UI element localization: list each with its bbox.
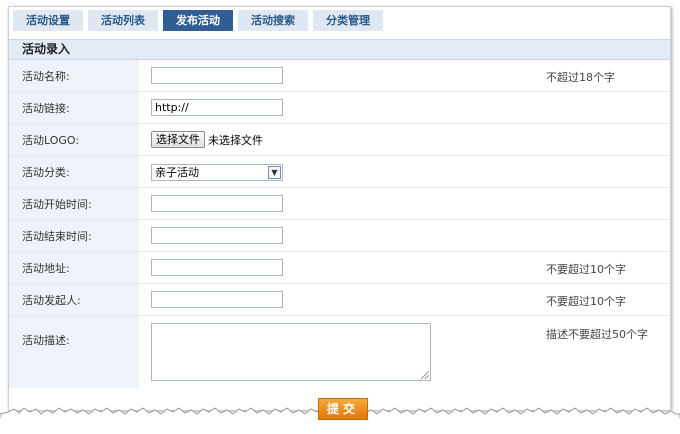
row-start-time: 活动开始时间: <box>9 188 670 220</box>
form-panel: 活动设置 活动列表 发布活动 活动搜索 分类管理 活动录入 活动名称: 不超过1… <box>8 6 671 410</box>
activity-category-select[interactable]: 亲子活动 ▼ <box>151 164 283 181</box>
choose-file-button[interactable]: 选择文件 <box>151 131 205 148</box>
tab-activity-search[interactable]: 活动搜索 <box>238 10 308 31</box>
label-address: 活动地址: <box>22 261 70 275</box>
label-name: 活动名称: <box>22 69 70 83</box>
row-link: 活动链接: <box>9 92 670 124</box>
label-description: 活动描述: <box>22 334 70 347</box>
tab-bar: 活动设置 活动列表 发布活动 活动搜索 分类管理 <box>13 10 388 31</box>
row-end-time: 活动结束时间: <box>9 220 670 252</box>
label-end-time: 活动结束时间: <box>22 229 92 243</box>
section-title: 活动录入 <box>9 39 670 60</box>
organizer-input[interactable] <box>151 291 283 308</box>
start-time-input[interactable] <box>151 195 283 212</box>
row-organizer: 活动发起人: 不要超过10个字 <box>9 284 670 316</box>
label-start-time: 活动开始时间: <box>22 197 92 211</box>
activity-link-input[interactable] <box>151 99 283 116</box>
tip-name: 不超过18个字 <box>546 71 615 84</box>
label-logo: 活动LOGO: <box>22 133 80 147</box>
tab-activity-settings[interactable]: 活动设置 <box>13 10 83 31</box>
submit-button[interactable]: 提交 <box>318 398 368 420</box>
tip-description: 描述不要超过50个字 <box>546 328 648 341</box>
resize-grip-icon[interactable] <box>421 371 429 379</box>
tip-address: 不要超过10个字 <box>546 263 626 276</box>
tip-organizer: 不要超过10个字 <box>546 295 626 308</box>
tab-category-management[interactable]: 分类管理 <box>313 10 383 31</box>
row-logo: 活动LOGO: 选择文件 未选择文件 <box>9 124 670 156</box>
file-status-text: 未选择文件 <box>208 133 263 147</box>
tab-publish-activity[interactable]: 发布活动 <box>163 10 233 31</box>
row-description: 活动描述: 描述不要超过50个字 <box>9 316 670 388</box>
description-textarea[interactable] <box>151 323 431 381</box>
logo-file-field: 选择文件 未选择文件 <box>151 131 263 148</box>
category-selected-value: 亲子活动 <box>155 166 199 179</box>
label-link: 活动链接: <box>22 101 70 115</box>
row-name: 活动名称: 不超过18个字 <box>9 60 670 92</box>
chevron-down-icon[interactable]: ▼ <box>268 166 281 179</box>
activity-name-input[interactable] <box>151 67 283 84</box>
activity-form: 活动名称: 不超过18个字 活动链接: 活动LOGO: 选择文件未选择文件 活动… <box>9 60 670 388</box>
row-category: 活动分类: 亲子活动 ▼ <box>9 156 670 188</box>
address-input[interactable] <box>151 259 283 276</box>
label-organizer: 活动发起人: <box>22 293 81 307</box>
label-category: 活动分类: <box>22 165 70 179</box>
tab-activity-list[interactable]: 活动列表 <box>88 10 158 31</box>
end-time-input[interactable] <box>151 227 283 244</box>
row-address: 活动地址: 不要超过10个字 <box>9 252 670 284</box>
